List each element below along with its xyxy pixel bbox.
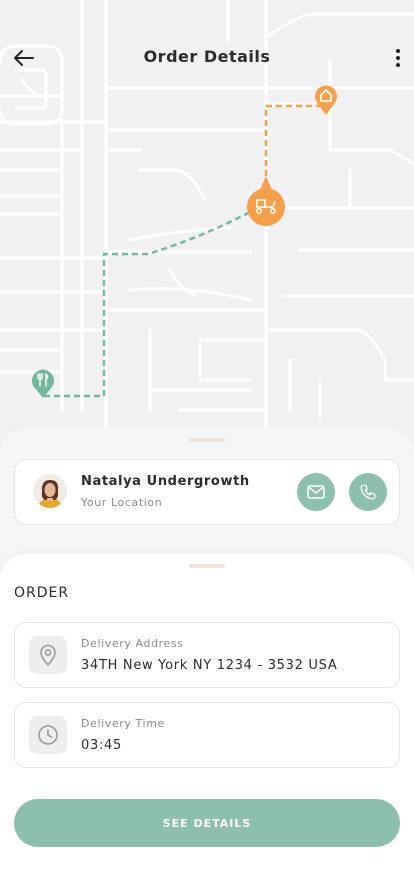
order-sheet: ORDER Delivery Address 34TH New York NY …	[0, 554, 414, 896]
page-title: Order Details	[143, 47, 271, 66]
delivery-address-label: Delivery Address	[81, 637, 184, 650]
user-name: Natalya Undergrowth	[81, 474, 250, 489]
avatar	[33, 474, 67, 508]
delivery-address-value: 34TH New York NY 1234 - 3532 USA	[81, 658, 338, 673]
home-pin-icon[interactable]	[315, 85, 337, 115]
top-bar: Order Details	[0, 38, 414, 78]
user-location-label: Your Location	[81, 496, 163, 509]
restaurant-pin-icon[interactable]	[32, 369, 54, 398]
scooter-pin-icon[interactable]	[247, 176, 285, 226]
sheet-handle[interactable]	[189, 438, 225, 442]
location-pin-icon	[29, 636, 67, 674]
call-button[interactable]	[349, 473, 387, 511]
order-heading: ORDER	[14, 585, 70, 601]
more-vertical-icon	[396, 49, 400, 67]
see-details-button[interactable]: SEE DETAILS	[14, 799, 400, 847]
delivery-time-card: Delivery Time 03:45	[14, 702, 400, 768]
mail-icon	[307, 485, 325, 499]
user-card: Natalya Undergrowth Your Location	[14, 459, 400, 525]
sheet-handle[interactable]	[189, 564, 225, 568]
delivery-time-label: Delivery Time	[81, 717, 165, 730]
message-button[interactable]	[297, 473, 335, 511]
delivery-time-value: 03:45	[81, 738, 122, 753]
delivery-address-card: Delivery Address 34TH New York NY 1234 -…	[14, 622, 400, 688]
phone-icon	[360, 484, 376, 500]
clock-icon	[29, 716, 67, 754]
more-options-button[interactable]	[390, 44, 406, 72]
